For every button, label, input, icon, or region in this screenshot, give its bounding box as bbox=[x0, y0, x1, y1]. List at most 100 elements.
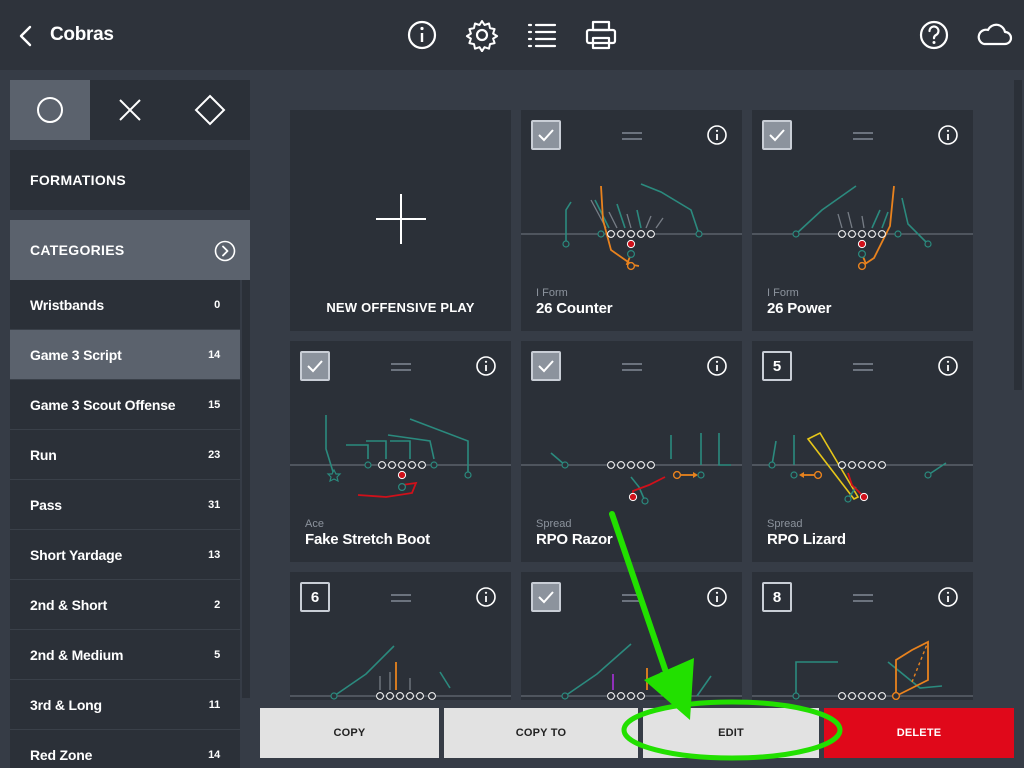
sidebar: FORMATIONS CATEGORIES Wristbands 0 Game 3… bbox=[10, 80, 250, 768]
play-diagram bbox=[752, 185, 973, 271]
select-checkbox[interactable] bbox=[531, 582, 561, 612]
check-icon bbox=[769, 129, 785, 142]
category-count: 14 bbox=[208, 748, 220, 761]
back-icon[interactable] bbox=[14, 22, 40, 50]
gear-icon[interactable] bbox=[465, 18, 499, 52]
play-formation: I Form bbox=[767, 287, 799, 299]
category-item[interactable]: Short Yardage 13 bbox=[10, 530, 240, 580]
play-card[interactable]: I Form 26 Power bbox=[752, 110, 973, 331]
play-diagram bbox=[752, 640, 973, 700]
tab-diamond[interactable] bbox=[170, 80, 250, 140]
category-scrollbar[interactable] bbox=[242, 280, 250, 698]
plus-icon bbox=[376, 194, 426, 244]
category-item[interactable]: Wristbands 0 bbox=[10, 280, 240, 330]
play-number-badge[interactable]: 6 bbox=[300, 582, 330, 612]
delete-button[interactable]: DELETE bbox=[824, 708, 1014, 758]
play-card[interactable]: 6 bbox=[290, 572, 511, 700]
info-icon[interactable] bbox=[937, 355, 959, 377]
page-title: Cobras bbox=[50, 24, 114, 45]
play-diagram bbox=[290, 645, 511, 700]
select-checkbox[interactable] bbox=[300, 351, 330, 381]
info-icon[interactable] bbox=[475, 586, 497, 608]
new-play-card[interactable]: NEW OFFENSIVE PLAY bbox=[290, 110, 511, 331]
formations-button[interactable]: FORMATIONS bbox=[10, 150, 250, 210]
select-checkbox[interactable] bbox=[531, 120, 561, 150]
drag-handle-icon[interactable] bbox=[622, 363, 642, 371]
category-label: Game 3 Scout Offense bbox=[30, 396, 176, 413]
info-icon[interactable] bbox=[937, 124, 959, 146]
tab-x[interactable] bbox=[90, 80, 170, 140]
drag-handle-icon[interactable] bbox=[622, 594, 642, 602]
play-card[interactable]: I Form 26 Counter bbox=[521, 110, 742, 331]
categories-header[interactable]: CATEGORIES bbox=[10, 220, 250, 280]
chevron-right-circle-icon[interactable] bbox=[214, 240, 236, 262]
help-icon[interactable] bbox=[917, 18, 951, 52]
play-card[interactable]: 8 bbox=[752, 572, 973, 700]
category-item[interactable]: Game 3 Scout Offense 15 bbox=[10, 380, 240, 430]
play-number-badge[interactable]: 5 bbox=[762, 351, 792, 381]
info-icon[interactable] bbox=[706, 124, 728, 146]
check-icon bbox=[307, 360, 323, 373]
play-diagram bbox=[290, 415, 511, 498]
play-diagram bbox=[521, 433, 742, 505]
category-label: 3rd & Long bbox=[30, 696, 102, 713]
drag-handle-icon[interactable] bbox=[391, 363, 411, 371]
info-icon[interactable] bbox=[937, 586, 959, 608]
play-formation: Spread bbox=[767, 518, 803, 530]
cloud-icon[interactable] bbox=[975, 18, 1013, 52]
category-list: Wristbands 0 Game 3 Script 14 Game 3 Scout… bbox=[10, 280, 240, 768]
category-item[interactable]: 3rd & Long 11 bbox=[10, 680, 240, 730]
category-item[interactable]: Run 23 bbox=[10, 430, 240, 480]
new-play-label: NEW OFFENSIVE PLAY bbox=[326, 300, 475, 315]
play-number-badge[interactable]: 8 bbox=[762, 582, 792, 612]
category-count: 11 bbox=[208, 698, 220, 711]
category-label: 2nd & Short bbox=[30, 596, 108, 613]
category-item[interactable]: Red Zone 14 bbox=[10, 730, 240, 768]
drag-handle-icon[interactable] bbox=[853, 132, 873, 140]
info-icon[interactable] bbox=[405, 18, 439, 52]
play-name: Fake Stretch Boot bbox=[305, 531, 430, 548]
play-grid: NEW OFFENSIVE PLAY I Form 26 Counter I F… bbox=[290, 110, 974, 700]
category-item[interactable]: 2nd & Medium 5 bbox=[10, 630, 240, 680]
copy-to-button[interactable]: COPY TO bbox=[444, 708, 638, 758]
play-card[interactable]: 5 Spread RPO Lizard bbox=[752, 341, 973, 562]
category-count: 0 bbox=[214, 298, 220, 311]
drag-handle-icon[interactable] bbox=[853, 363, 873, 371]
play-card[interactable]: Ace Fake Stretch Boot bbox=[290, 341, 511, 562]
category-label: 2nd & Medium bbox=[30, 646, 124, 663]
category-label: Red Zone bbox=[30, 746, 93, 763]
select-checkbox[interactable] bbox=[531, 351, 561, 381]
check-icon bbox=[538, 129, 554, 142]
list-icon[interactable] bbox=[525, 18, 559, 52]
select-checkbox[interactable] bbox=[762, 120, 792, 150]
drag-handle-icon[interactable] bbox=[391, 594, 411, 602]
circle-icon bbox=[37, 97, 63, 123]
category-count: 5 bbox=[214, 648, 220, 661]
top-bar: Cobras bbox=[0, 0, 1024, 70]
category-item[interactable]: 2nd & Short 2 bbox=[10, 580, 240, 630]
category-label: Game 3 Script bbox=[30, 346, 122, 363]
category-item[interactable]: Game 3 Script 14 bbox=[10, 330, 240, 380]
category-label: Wristbands bbox=[30, 296, 104, 313]
play-formation: I Form bbox=[536, 287, 568, 299]
x-icon bbox=[119, 99, 141, 121]
play-formation: Spread bbox=[536, 518, 572, 530]
category-count: 2 bbox=[214, 598, 220, 611]
copy-button[interactable]: COPY bbox=[260, 708, 439, 758]
play-card[interactable] bbox=[521, 572, 742, 700]
print-icon[interactable] bbox=[584, 18, 618, 52]
info-icon[interactable] bbox=[706, 586, 728, 608]
tab-circle[interactable] bbox=[10, 80, 90, 140]
play-name: 26 Counter bbox=[536, 300, 613, 317]
play-diagram bbox=[752, 431, 973, 503]
edit-button[interactable]: EDIT bbox=[643, 708, 819, 758]
play-name: RPO Lizard bbox=[767, 531, 846, 548]
action-bar: COPY COPY TO EDIT DELETE bbox=[260, 708, 1014, 758]
drag-handle-icon[interactable] bbox=[853, 594, 873, 602]
grid-scrollbar[interactable] bbox=[1014, 80, 1022, 390]
info-icon[interactable] bbox=[475, 355, 497, 377]
drag-handle-icon[interactable] bbox=[622, 132, 642, 140]
info-icon[interactable] bbox=[706, 355, 728, 377]
play-card[interactable]: Spread RPO Razor bbox=[521, 341, 742, 562]
category-item[interactable]: Pass 31 bbox=[10, 480, 240, 530]
